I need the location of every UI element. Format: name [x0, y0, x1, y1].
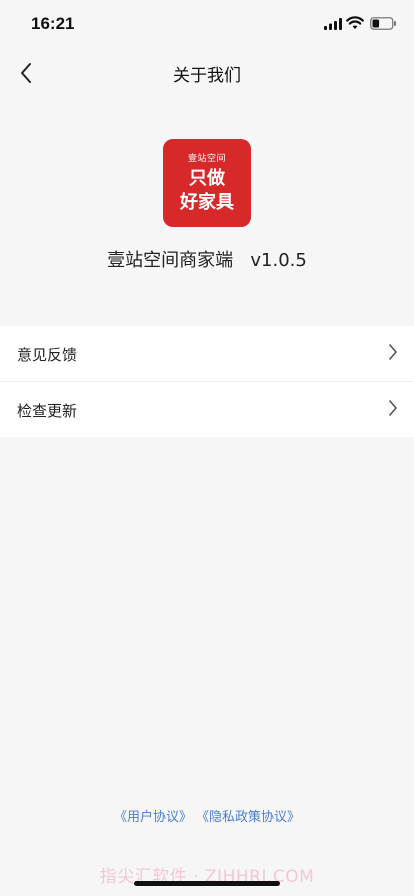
page-title: 关于我们 — [173, 66, 241, 86]
privacy-policy-link[interactable]: 《隐私政策协议》 — [196, 810, 300, 825]
menu-item-feedback[interactable]: 意见反馈 — [0, 326, 414, 381]
footer-links: 《用户协议》 《隐私政策协议》 — [0, 806, 414, 825]
app-name-version: 壹站空间商家端 v1.0.5 — [0, 246, 414, 272]
menu-list: 意见反馈 检查更新 — [0, 326, 414, 437]
home-indicator — [134, 881, 280, 886]
chevron-right-icon — [389, 400, 397, 416]
nav-bar: 关于我们 — [0, 48, 414, 98]
app-version: v1.0.5 — [250, 250, 307, 271]
battery-icon — [370, 17, 396, 30]
logo-slogan-line1: 只做 — [189, 168, 225, 189]
menu-item-check-update[interactable]: 检查更新 — [0, 381, 414, 437]
user-agreement-link[interactable]: 《用户协议》 — [114, 810, 192, 825]
status-time: 16:21 — [31, 14, 75, 33]
logo-slogan-line2: 好家具 — [180, 192, 234, 213]
chevron-right-icon — [389, 344, 397, 360]
wifi-icon — [346, 16, 364, 29]
app-logo: 壹站空间 只做 好家具 — [163, 139, 251, 227]
app-name: 壹站空间商家端 — [107, 250, 234, 271]
status-bar: 16:21 — [0, 0, 414, 48]
signal-icon — [324, 18, 342, 30]
menu-item-label: 意见反馈 — [17, 346, 78, 364]
menu-item-label: 检查更新 — [17, 402, 78, 420]
logo-brand-text: 壹站空间 — [187, 154, 226, 164]
